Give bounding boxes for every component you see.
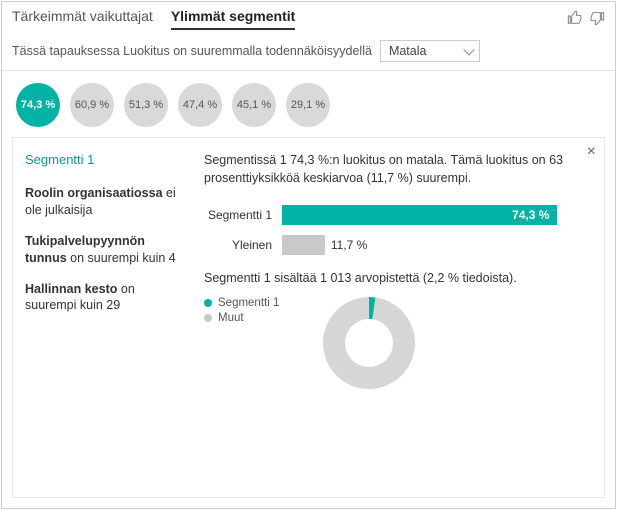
condition-1: Roolin organisaatiossa ei ole julkaisija <box>25 185 176 219</box>
thumbs-up-icon[interactable] <box>567 10 583 29</box>
points-text: Segmentti 1 sisältää 1 013 arvopistettä … <box>204 271 588 285</box>
bar-label-overall: Yleinen <box>204 238 282 252</box>
legend-dot-segment <box>204 299 212 307</box>
legend-dot-other <box>204 314 212 322</box>
legend-label-segment: Segmentti 1 <box>218 297 279 309</box>
close-icon[interactable]: × <box>587 144 596 160</box>
donut-legend: Segmentti 1 Muut <box>204 297 279 327</box>
condition-3: Hallinnan kesto on suurempi kuin 29 <box>25 281 176 315</box>
legend-label-other: Muut <box>218 312 244 324</box>
donut-chart <box>323 297 415 389</box>
segment-bubble-4[interactable]: 47,4 % <box>178 83 222 127</box>
target-dropdown[interactable]: Matala <box>380 40 480 62</box>
tab-top-segments[interactable]: Ylimmät segmentit <box>171 8 295 30</box>
segment-bubbles: 74,3 % 60,9 % 51,3 % 47,4 % 45,1 % 29,1 … <box>2 71 615 137</box>
segment-conditions-pane: Segmentti 1 Roolin organisaatiossa ei ol… <box>13 138 188 497</box>
bar-fill-overall: 11,7 % <box>282 235 325 255</box>
bar-row-overall: Yleinen 11,7 % <box>204 235 588 255</box>
segment-title: Segmentti 1 <box>25 152 176 167</box>
segment-detail-pane: × Segmentissä 1 74,3 %:n luokitus on mat… <box>188 138 604 497</box>
segment-bubble-5[interactable]: 45,1 % <box>232 83 276 127</box>
sub-sentence: Tässä tapauksessa Luokitus on suuremmall… <box>12 44 372 58</box>
bar-fill-segment: 74,3 % <box>282 205 557 225</box>
condition-2: Tukipalvelupyynnön tunnus on suurempi ku… <box>25 233 176 267</box>
tab-key-influencers[interactable]: Tärkeimmät vaikuttajat <box>12 8 153 30</box>
bar-row-segment: Segmentti 1 74,3 % <box>204 205 588 225</box>
segment-bubble-1[interactable]: 74,3 % <box>16 83 60 127</box>
segment-bubble-6[interactable]: 29,1 % <box>286 83 330 127</box>
segment-summary: Segmentissä 1 74,3 %:n luokitus on matal… <box>204 152 588 187</box>
segment-bubble-3[interactable]: 51,3 % <box>124 83 168 127</box>
bar-label-segment: Segmentti 1 <box>204 208 282 222</box>
segment-bubble-2[interactable]: 60,9 % <box>70 83 114 127</box>
thumbs-down-icon[interactable] <box>589 10 605 29</box>
